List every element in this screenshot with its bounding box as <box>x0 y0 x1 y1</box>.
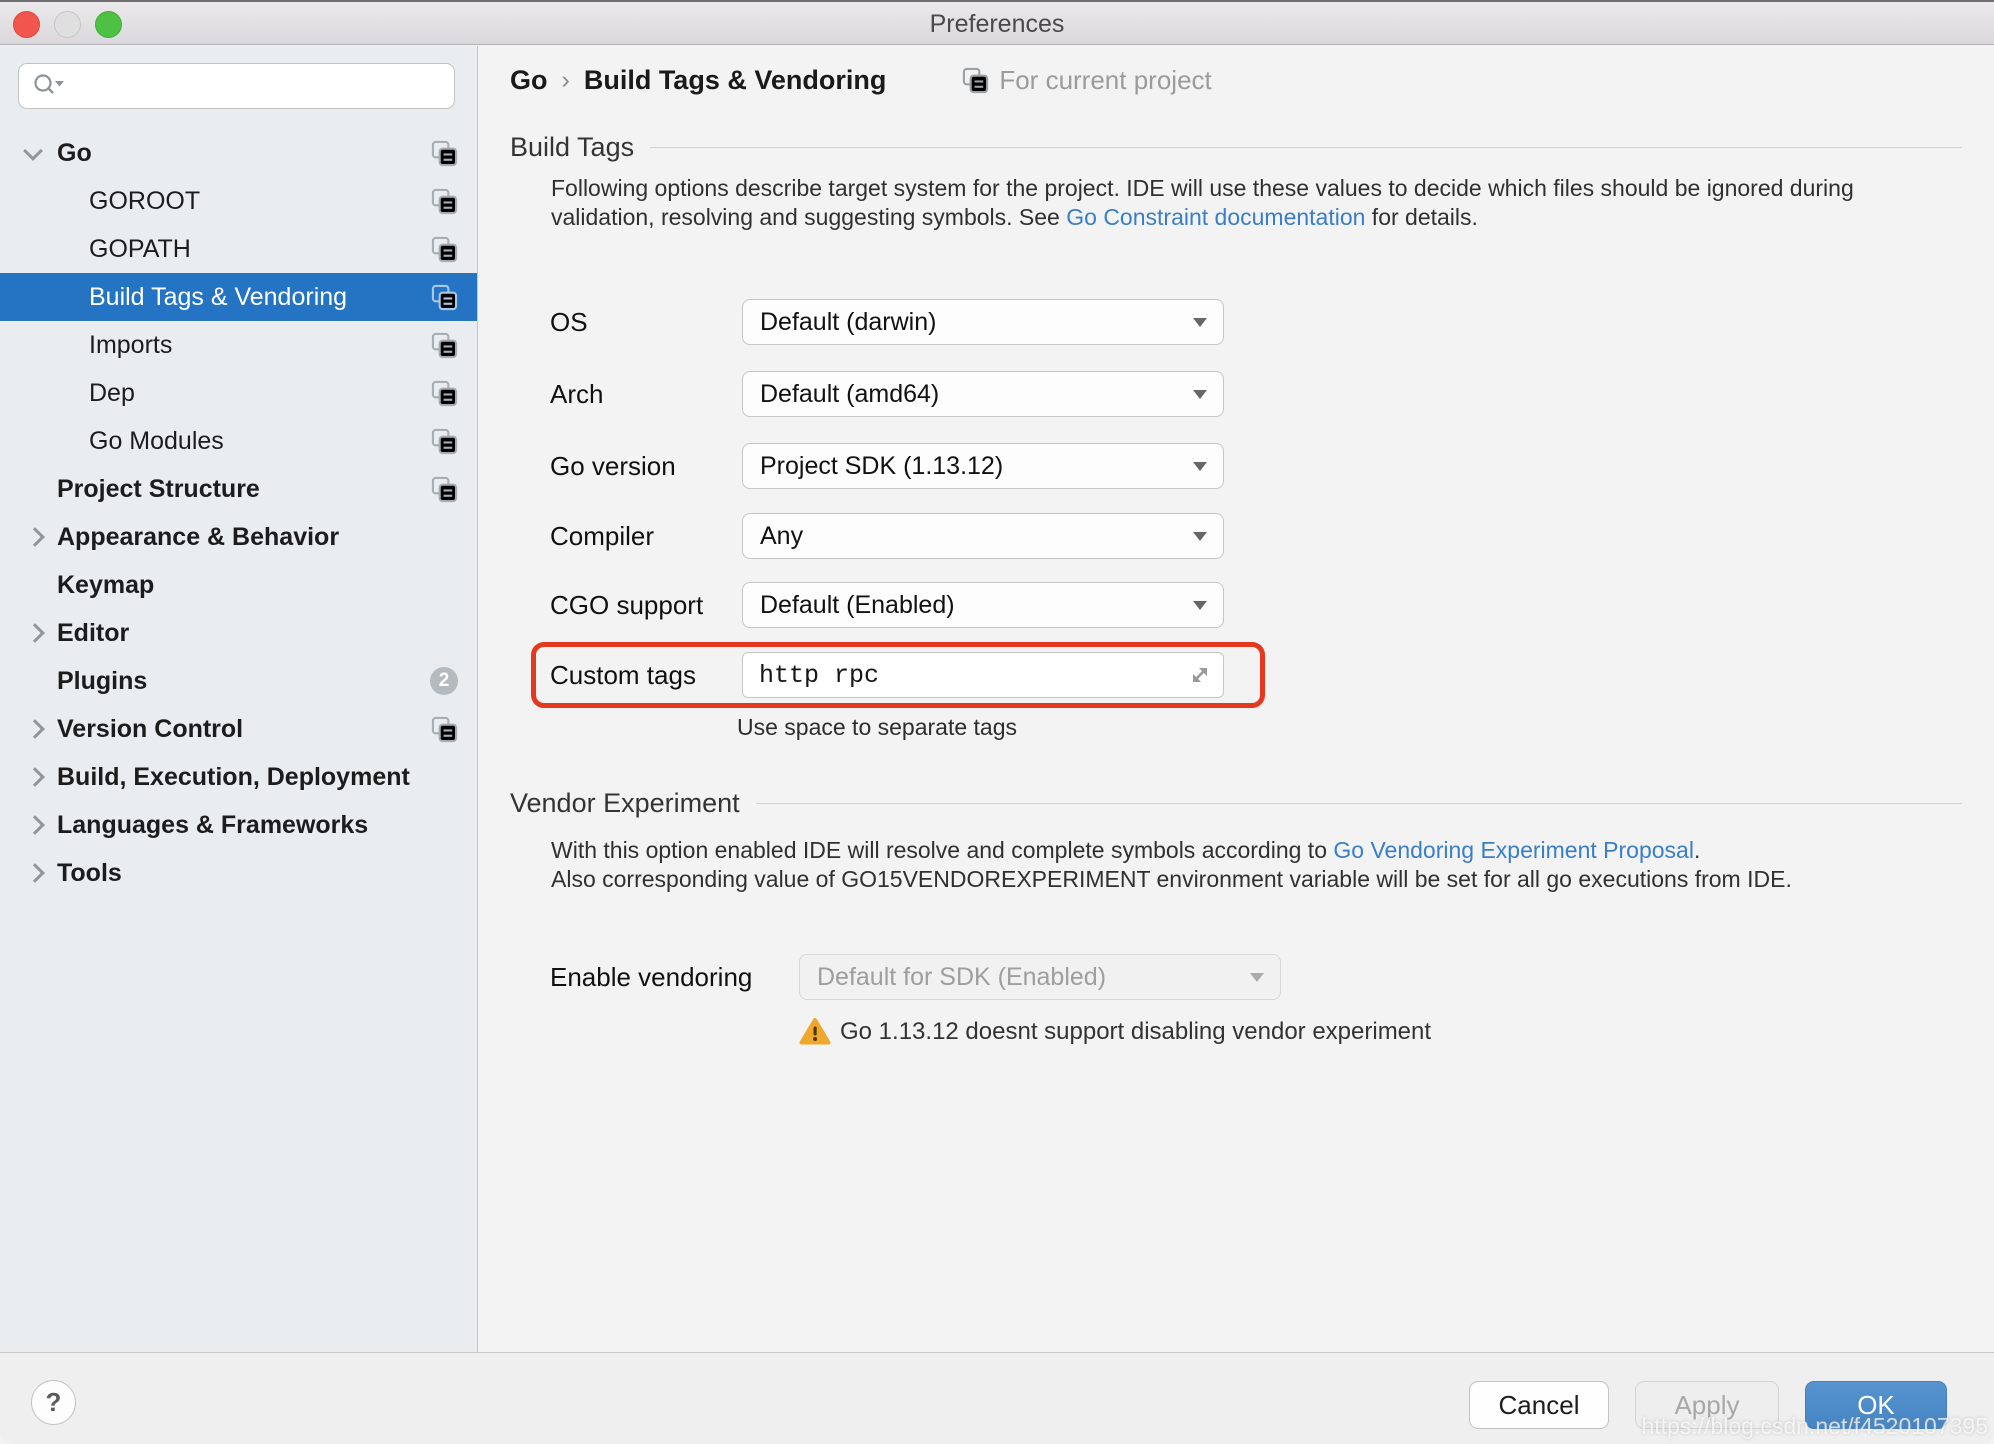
ok-button[interactable]: OK <box>1805 1381 1947 1429</box>
dropdown-caret-icon <box>1193 600 1207 610</box>
cgo-support-label: CGO support <box>550 590 704 620</box>
os-label: OS <box>550 307 588 337</box>
sidebar-item-tools[interactable]: Tools <box>0 849 477 897</box>
enable-vendoring-dropdown: Default for SDK (Enabled) <box>799 954 1281 1000</box>
search-icon <box>34 74 64 94</box>
per-project-icon <box>431 332 458 358</box>
sidebar-item-keymap[interactable]: Keymap <box>0 561 477 609</box>
cancel-button[interactable]: Cancel <box>1469 1381 1609 1429</box>
search-options-caret-icon <box>55 81 64 87</box>
sidebar-item-dep[interactable]: Dep <box>0 369 477 417</box>
sidebar-item-go-modules[interactable]: Go Modules <box>0 417 477 465</box>
breadcrumb-go[interactable]: Go <box>510 65 548 96</box>
warning-text: Go 1.13.12 doesnt support disabling vend… <box>840 1018 1432 1045</box>
settings-content: Go › Build Tags & Vendoring For current … <box>479 46 1994 1352</box>
page-title: Build Tags & Vendoring <box>583 64 887 95</box>
chevron-down-icon[interactable] <box>23 141 43 161</box>
per-project-icon <box>431 188 458 214</box>
dropdown-caret-icon <box>1250 972 1264 982</box>
sidebar-item-project-structure[interactable]: Project Structure <box>0 465 477 513</box>
chevron-right-icon[interactable] <box>25 863 45 883</box>
dropdown-caret-icon <box>1193 461 1207 471</box>
sidebar-item-version-control[interactable]: Version Control <box>0 705 477 753</box>
cgo-support-row: CGO support Default (Enabled) <box>479 582 1994 628</box>
go-version-dropdown[interactable]: Project SDK (1.13.12) <box>742 443 1224 489</box>
window-title: Preferences <box>929 10 1065 38</box>
sidebar-item-go[interactable]: Go <box>0 129 477 177</box>
build-tags-section-header: Build Tags <box>510 132 1962 162</box>
breadcrumb-separator: › <box>561 65 570 94</box>
compiler-label: Compiler <box>550 521 655 551</box>
enable-vendoring-label: Enable vendoring <box>550 962 753 992</box>
enable-vendoring-row: Enable vendoring Default for SDK (Enable… <box>479 954 1994 1000</box>
sidebar-item-editor[interactable]: Editor <box>0 609 477 657</box>
warning-icon <box>799 1018 831 1045</box>
help-button[interactable]: ? <box>31 1380 76 1425</box>
breadcrumb: Go › Build Tags & Vendoring For current … <box>510 58 1212 102</box>
dialog-footer: ? Cancel Apply OK <box>0 1352 1994 1444</box>
per-project-icon <box>431 476 458 502</box>
custom-tags-label: Custom tags <box>550 660 696 690</box>
os-dropdown[interactable]: Default (darwin) <box>742 299 1224 345</box>
per-project-icon <box>431 236 458 262</box>
expand-field-icon[interactable] <box>1186 661 1214 689</box>
cgo-support-dropdown[interactable]: Default (Enabled) <box>742 582 1224 628</box>
compiler-dropdown[interactable]: Any <box>742 513 1224 559</box>
go-version-label: Go version <box>550 451 676 481</box>
go-vendoring-proposal-link[interactable]: Go Vendoring Experiment Proposal <box>1333 837 1694 863</box>
vendoring-warning: Go 1.13.12 doesnt support disabling vend… <box>799 1016 1431 1047</box>
section-divider <box>755 802 1962 804</box>
compiler-row: Compiler Any <box>479 513 1994 559</box>
go-constraint-documentation-link[interactable]: Go Constraint documentation <box>1066 204 1365 230</box>
preferences-window: Preferences Go GOROOT GOPATH Build Tags … <box>0 0 1994 1444</box>
chevron-right-icon[interactable] <box>25 623 45 643</box>
os-row: OS Default (darwin) <box>479 299 1994 345</box>
sidebar-item-goroot[interactable]: GOROOT <box>0 177 477 225</box>
chevron-right-icon[interactable] <box>25 527 45 547</box>
per-project-icon <box>431 716 458 742</box>
scope-indicator: For current project <box>962 64 1212 96</box>
vendor-experiment-section-header: Vendor Experiment <box>510 788 1962 818</box>
dropdown-caret-icon <box>1193 317 1207 327</box>
vendor-experiment-description: With this option enabled IDE will resolv… <box>551 837 1792 892</box>
chevron-right-icon[interactable] <box>25 767 45 787</box>
scope-label: For current project <box>999 64 1212 95</box>
per-project-icon <box>431 380 458 406</box>
dropdown-caret-icon <box>1193 389 1207 399</box>
custom-tags-input[interactable] <box>742 652 1224 698</box>
arch-label: Arch <box>550 379 604 409</box>
chevron-right-icon[interactable] <box>25 719 45 739</box>
search-box[interactable] <box>18 63 455 109</box>
per-project-icon <box>431 428 458 454</box>
per-project-icon <box>431 140 458 166</box>
arch-dropdown[interactable]: Default (amd64) <box>742 371 1224 417</box>
section-divider <box>650 146 1962 148</box>
custom-tags-row: Custom tags <box>479 652 1994 698</box>
apply-button: Apply <box>1635 1381 1779 1429</box>
build-tags-description: Following options describe target system… <box>551 175 1854 230</box>
per-project-icon <box>431 284 458 310</box>
settings-tree: Go GOROOT GOPATH Build Tags & Vendoring <box>0 129 477 897</box>
sidebar-item-build-execution-deployment[interactable]: Build, Execution, Deployment <box>0 753 477 801</box>
go-version-row: Go version Project SDK (1.13.12) <box>479 443 1994 489</box>
sidebar-item-imports[interactable]: Imports <box>0 321 477 369</box>
search-input[interactable] <box>71 66 454 106</box>
chevron-right-icon[interactable] <box>25 815 45 835</box>
plugins-count-badge: 2 <box>430 667 458 695</box>
sidebar-item-gopath[interactable]: GOPATH <box>0 225 477 273</box>
dropdown-caret-icon <box>1193 531 1207 541</box>
custom-tags-hint: Use space to separate tags <box>737 714 1017 740</box>
per-project-icon <box>963 67 989 93</box>
arch-row: Arch Default (amd64) <box>479 371 1994 417</box>
sidebar-item-plugins[interactable]: Plugins 2 <box>0 657 477 705</box>
sidebar-item-build-tags-vendoring[interactable]: Build Tags & Vendoring <box>0 273 477 321</box>
sidebar-item-appearance-behavior[interactable]: Appearance & Behavior <box>0 513 477 561</box>
settings-sidebar: Go GOROOT GOPATH Build Tags & Vendoring <box>0 46 478 1352</box>
title-bar: Preferences <box>0 0 1994 45</box>
sidebar-item-languages-frameworks[interactable]: Languages & Frameworks <box>0 801 477 849</box>
